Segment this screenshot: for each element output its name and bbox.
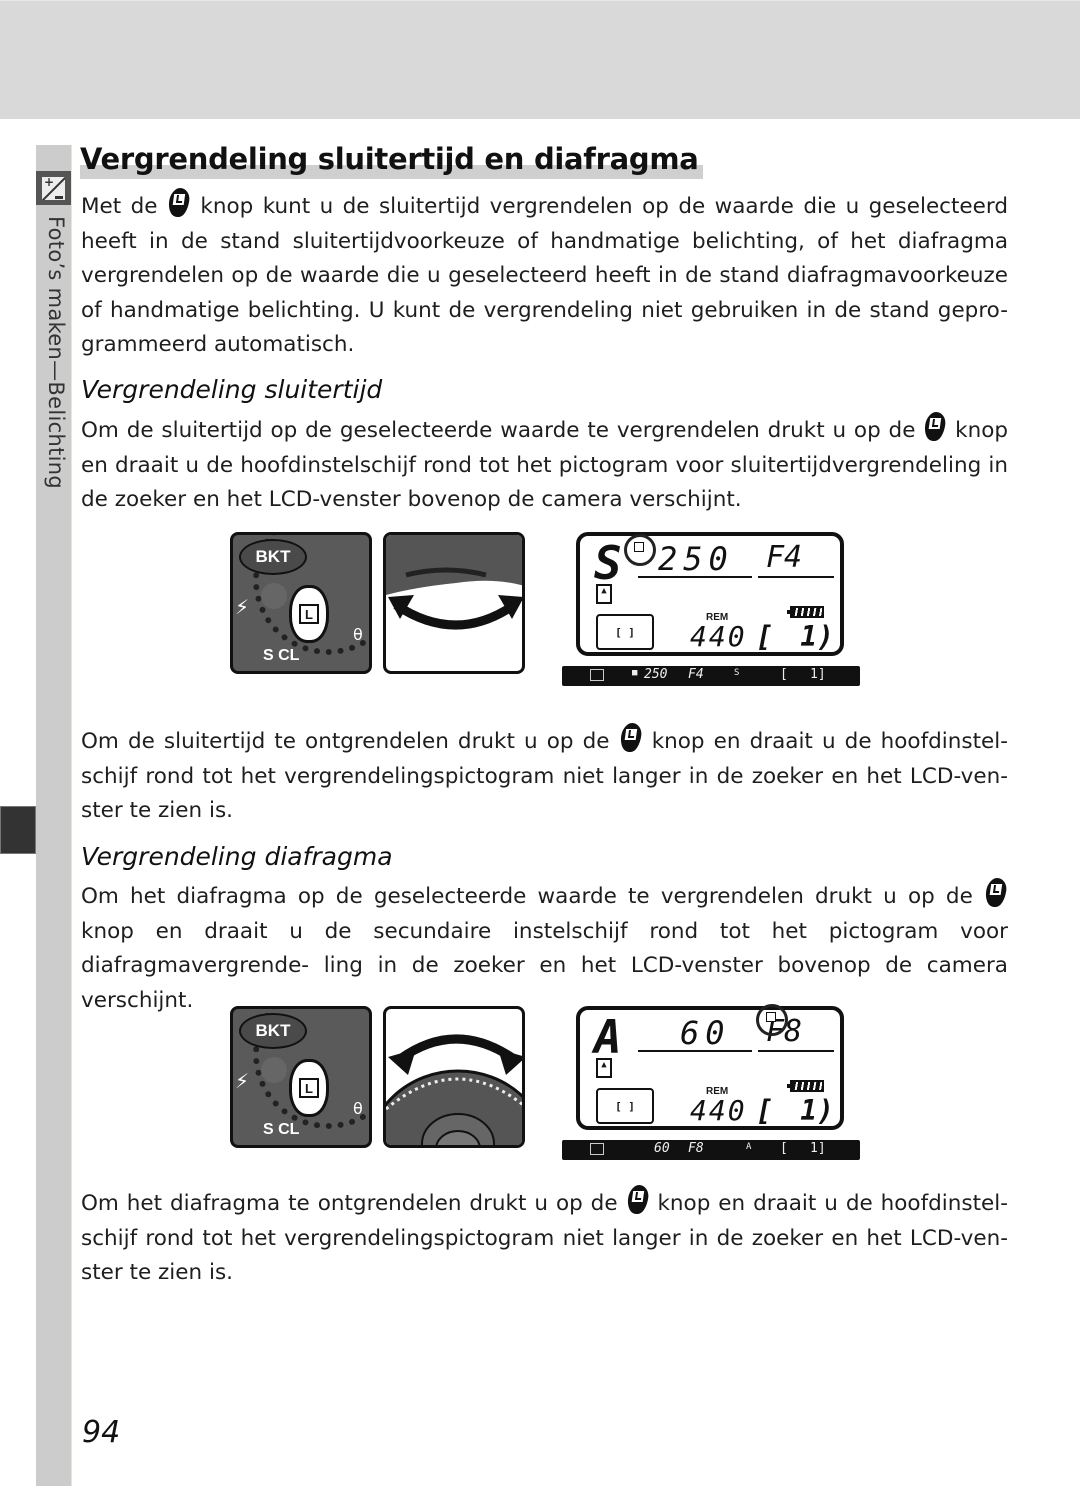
af-area-display: [ ] bbox=[596, 614, 654, 650]
vf-shutter: 60 bbox=[654, 1141, 670, 1156]
lock-key-label: L bbox=[299, 604, 319, 624]
chapter-label: Foto’s maken—Belichting bbox=[44, 216, 68, 489]
vf-frames: 1] bbox=[810, 1141, 826, 1156]
shutter-unlock-text-start: Om de sluitertijd te ontgrendelen drukt … bbox=[81, 729, 610, 754]
lock-button-icon bbox=[923, 412, 948, 441]
shutter-lock-paragraph: Om de sluitertijd op de geselecteerde wa… bbox=[81, 412, 1008, 518]
chapter-thumb-tab bbox=[0, 806, 36, 854]
battery-icon bbox=[787, 1080, 824, 1092]
bkt-button: BKT bbox=[239, 539, 307, 575]
lock-button-icon bbox=[166, 188, 191, 217]
lcd-divider bbox=[638, 576, 752, 578]
shutter-lock-text-start: Om de sluitertijd op de geselecteerde wa… bbox=[81, 418, 916, 443]
lock-button: L bbox=[289, 1059, 329, 1117]
vf-mode: A bbox=[746, 1142, 752, 1152]
flash-icon: ⚡ bbox=[235, 595, 250, 619]
shutter-lock-heading: Vergrendeling sluitertijd bbox=[81, 375, 383, 404]
top-margin-band bbox=[0, 0, 1080, 119]
aperture-lock-paragraph: Om het diafragma op de geselecteerde waa… bbox=[81, 878, 1009, 1018]
frame-bracket: [ bbox=[756, 620, 773, 653]
lcd-mode: S bbox=[594, 536, 622, 590]
af-area-display: [ ] bbox=[596, 1088, 654, 1124]
lcd-mode: A bbox=[594, 1010, 622, 1064]
lcd-divider bbox=[758, 1050, 834, 1052]
lock-button-icon bbox=[618, 723, 643, 752]
memory-card-icon: ▲ bbox=[596, 1058, 612, 1078]
vf-shutter: 250 bbox=[644, 667, 668, 682]
shutter-unlock-paragraph: Om de sluitertijd te ontgrendelen drukt … bbox=[81, 723, 1008, 829]
aperture-lock-text-end: knop en draait u de secundaire instelsch… bbox=[81, 918, 1008, 1013]
button-recess bbox=[261, 1057, 287, 1083]
aperture-unlock-paragraph: Om het diafragma te ontgrendelen drukt u… bbox=[81, 1185, 1008, 1291]
button-recess bbox=[261, 583, 287, 609]
lcd-divider bbox=[758, 576, 834, 578]
sub-command-dial-illustration bbox=[383, 1006, 525, 1148]
lock-button-icon bbox=[625, 1185, 650, 1214]
viewfinder-display: 60 F8 A [ 1] bbox=[562, 1140, 860, 1160]
control-panel-lcd: A 60 F8 ▲ [ ] REM 440 [1) bbox=[576, 1004, 844, 1130]
vf-mode: S bbox=[734, 668, 740, 678]
lcd-aperture: F4 bbox=[766, 540, 803, 575]
lock-indicator-icon bbox=[756, 1004, 788, 1036]
frame-value: 1) bbox=[800, 1094, 834, 1127]
camera-buttons-illustration: BKT ⚡ L S CL θ bbox=[230, 532, 372, 674]
focal-plane-icon: θ bbox=[353, 625, 363, 644]
frame-counter: [1) bbox=[756, 1094, 834, 1127]
intro-text-end: knop kunt u de sluitertijd vergrendelen … bbox=[81, 194, 1008, 357]
control-panel-lcd: S 250 F4 ▲ [ ] REM 440 [1) bbox=[576, 532, 844, 656]
release-mode-labels: S CL bbox=[263, 647, 300, 664]
vf-aperture: F8 bbox=[688, 1141, 704, 1156]
intro-text-start: Met de bbox=[81, 194, 158, 219]
remaining-exposures: 440 bbox=[690, 1094, 747, 1127]
memory-card-icon: ▲ bbox=[596, 584, 612, 604]
lock-indicator-icon bbox=[624, 534, 656, 566]
exposure-compensation-icon: + bbox=[36, 171, 71, 205]
rotate-arrow-icon bbox=[386, 535, 522, 630]
focal-plane-icon: θ bbox=[353, 1099, 363, 1118]
remaining-exposures: 440 bbox=[690, 620, 747, 653]
vf-aperture: F4 bbox=[688, 667, 704, 682]
metering-icon bbox=[590, 669, 604, 681]
camera-buttons-illustration: BKT ⚡ L S CL θ bbox=[230, 1006, 372, 1148]
vf-lock-icon: ■ bbox=[632, 668, 638, 678]
battery-icon bbox=[787, 606, 824, 618]
metering-icon bbox=[590, 1143, 604, 1155]
lock-button-icon bbox=[983, 878, 1009, 907]
lock-key-label: L bbox=[299, 1078, 319, 1098]
rotate-arrow-icon bbox=[386, 1034, 522, 1145]
intro-paragraph: Met de knop kunt u de sluitertijd vergre… bbox=[81, 188, 1008, 363]
aperture-lock-heading: Vergrendeling diafragma bbox=[81, 842, 393, 871]
lcd-shutter-speed: 250 bbox=[658, 540, 734, 578]
aperture-lock-text-start: Om het diafragma op de geselecteerde waa… bbox=[81, 884, 973, 909]
frame-counter: [1) bbox=[756, 620, 834, 653]
page-number: 94 bbox=[82, 1415, 121, 1450]
bkt-button: BKT bbox=[239, 1013, 307, 1049]
section-title: Vergrendeling sluitertijd en diafragma bbox=[80, 142, 703, 179]
viewfinder-display: ■ 250 F4 S [ 1] bbox=[562, 666, 860, 686]
flash-icon: ⚡ bbox=[235, 1069, 250, 1093]
release-mode-labels: S CL bbox=[263, 1121, 300, 1138]
vf-bracket: [ bbox=[780, 667, 788, 682]
frame-bracket: [ bbox=[756, 1094, 773, 1127]
lcd-shutter-speed: 60 bbox=[680, 1014, 731, 1052]
main-command-dial-illustration bbox=[383, 532, 525, 674]
frame-value: 1) bbox=[800, 620, 834, 653]
vf-frames: 1] bbox=[810, 667, 826, 682]
aperture-unlock-text-start: Om het diafragma te ontgrendelen drukt u… bbox=[81, 1191, 618, 1216]
vf-bracket: [ bbox=[780, 1141, 788, 1156]
lock-button: L bbox=[289, 585, 329, 643]
lcd-divider bbox=[638, 1050, 752, 1052]
